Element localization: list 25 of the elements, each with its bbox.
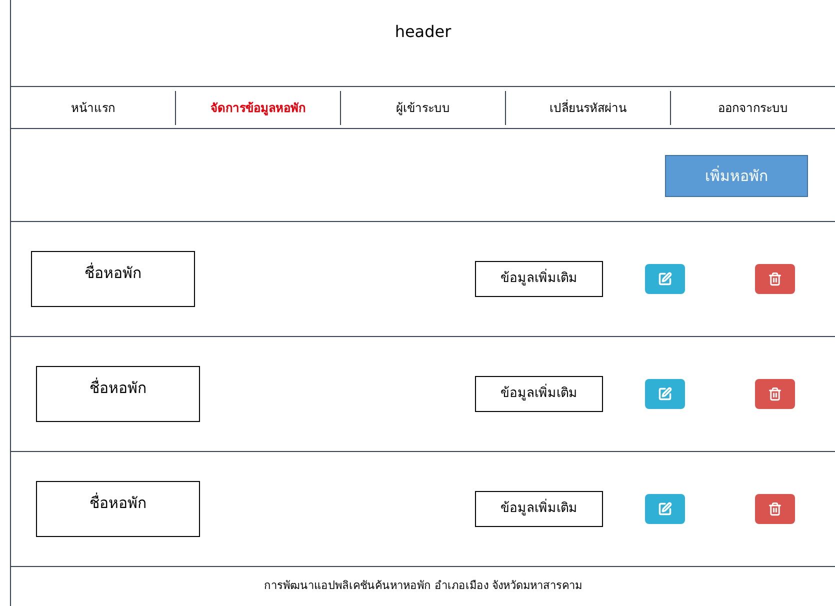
edit-icon [658, 502, 672, 516]
delete-button[interactable] [755, 264, 795, 294]
delete-button[interactable] [755, 379, 795, 409]
footer-text: การพัฒนาแอปพลิเคชันค้นหาหอพัก อำเภอเมือง จังหวัดมหาสารคาม [264, 578, 582, 594]
edit-button[interactable] [645, 494, 685, 524]
details-button[interactable]: ข้อมูลเพิ่มเติม [475, 491, 603, 527]
nav-link[interactable]: จัดการข้อมูลหอพัก [176, 98, 340, 116]
nav-link[interactable]: ออกจากระบบ [671, 98, 835, 116]
edit-button[interactable] [645, 264, 685, 294]
dorm-name-box: ชื่อหอพัก [36, 366, 200, 422]
trash-icon [768, 502, 782, 516]
edit-icon [658, 387, 672, 401]
trash-icon [768, 272, 782, 286]
nav-link[interactable]: หน้าแรก [11, 98, 175, 116]
nav-link[interactable]: เปลี่ยนรหัสผ่าน [506, 98, 670, 116]
nav-link[interactable]: ผู้เข้าระบบ [341, 98, 505, 116]
header-title: header [394, 21, 452, 43]
dorm-name-box: ชื่อหอพัก [36, 481, 200, 537]
trash-icon [768, 387, 782, 401]
delete-button[interactable] [755, 494, 795, 524]
edit-icon [658, 272, 672, 286]
details-button[interactable]: ข้อมูลเพิ่มเติม [475, 261, 603, 297]
details-button[interactable]: ข้อมูลเพิ่มเติม [475, 376, 603, 412]
dorm-name-box: ชื่อหอพัก [31, 251, 195, 307]
edit-button[interactable] [645, 379, 685, 409]
